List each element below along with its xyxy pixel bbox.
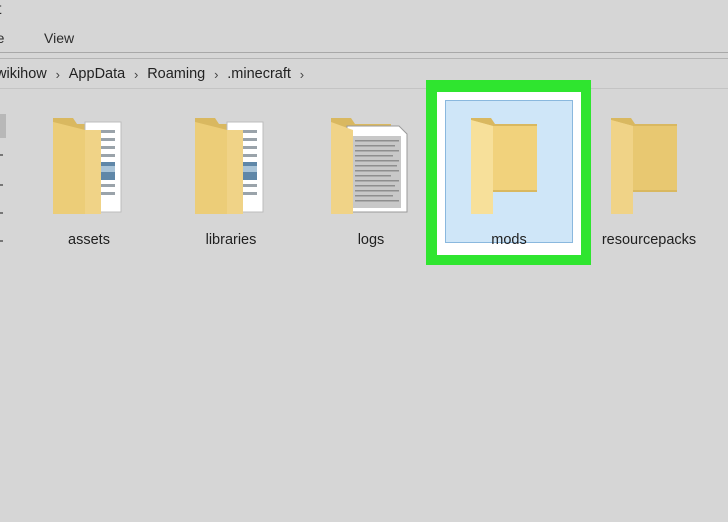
ribbon-divider bbox=[0, 52, 728, 53]
nav-expand-icon[interactable] bbox=[0, 240, 3, 242]
empty-folder-icon bbox=[611, 118, 677, 214]
folder-logs[interactable]: logs bbox=[307, 100, 435, 250]
folder-mods[interactable]: mods bbox=[445, 100, 573, 250]
folder-label: assets bbox=[68, 232, 110, 248]
folder-with-documents-icon bbox=[195, 118, 264, 214]
nav-selected-item[interactable] bbox=[0, 114, 6, 138]
empty-folder-icon bbox=[471, 118, 537, 214]
nav-expand-icon[interactable] bbox=[0, 184, 3, 186]
ribbon-divider-lower bbox=[0, 58, 728, 59]
window-title: t bbox=[0, 1, 1, 19]
navigation-pane[interactable] bbox=[0, 90, 8, 522]
nav-expand-icon[interactable] bbox=[0, 212, 3, 214]
folder-with-text-file-icon bbox=[331, 118, 408, 214]
chevron-right-icon[interactable]: › bbox=[49, 67, 67, 82]
tab-share[interactable]: re bbox=[0, 30, 4, 46]
folder-resourcepacks[interactable]: resourcepacks bbox=[585, 100, 713, 250]
chevron-right-icon[interactable]: › bbox=[207, 67, 225, 82]
breadcrumb-item-appdata[interactable]: AppData bbox=[67, 66, 127, 82]
nav-expand-icon[interactable] bbox=[0, 154, 3, 156]
chevron-right-icon[interactable]: › bbox=[127, 67, 145, 82]
chevron-right-icon[interactable]: › bbox=[293, 67, 311, 82]
breadcrumb-item-wikihow[interactable]: wikihow bbox=[0, 66, 49, 82]
breadcrumb-item-minecraft[interactable]: .minecraft bbox=[225, 66, 293, 82]
folder-with-documents-icon bbox=[53, 118, 122, 214]
folder-label: libraries bbox=[205, 232, 257, 248]
tab-view[interactable]: View bbox=[44, 30, 74, 46]
breadcrumb[interactable]: wikihow › AppData › Roaming › .minecraft… bbox=[0, 60, 728, 89]
folder-assets[interactable]: assets bbox=[25, 100, 153, 250]
folder-label: mods bbox=[491, 232, 527, 248]
breadcrumb-item-roaming[interactable]: Roaming bbox=[145, 66, 207, 82]
ribbon-tabs: re View bbox=[0, 24, 728, 52]
folder-label: logs bbox=[357, 232, 385, 248]
folder-label: resourcepacks bbox=[601, 232, 697, 248]
title-bar: t bbox=[0, 0, 728, 24]
folder-libraries[interactable]: libraries bbox=[167, 100, 295, 250]
